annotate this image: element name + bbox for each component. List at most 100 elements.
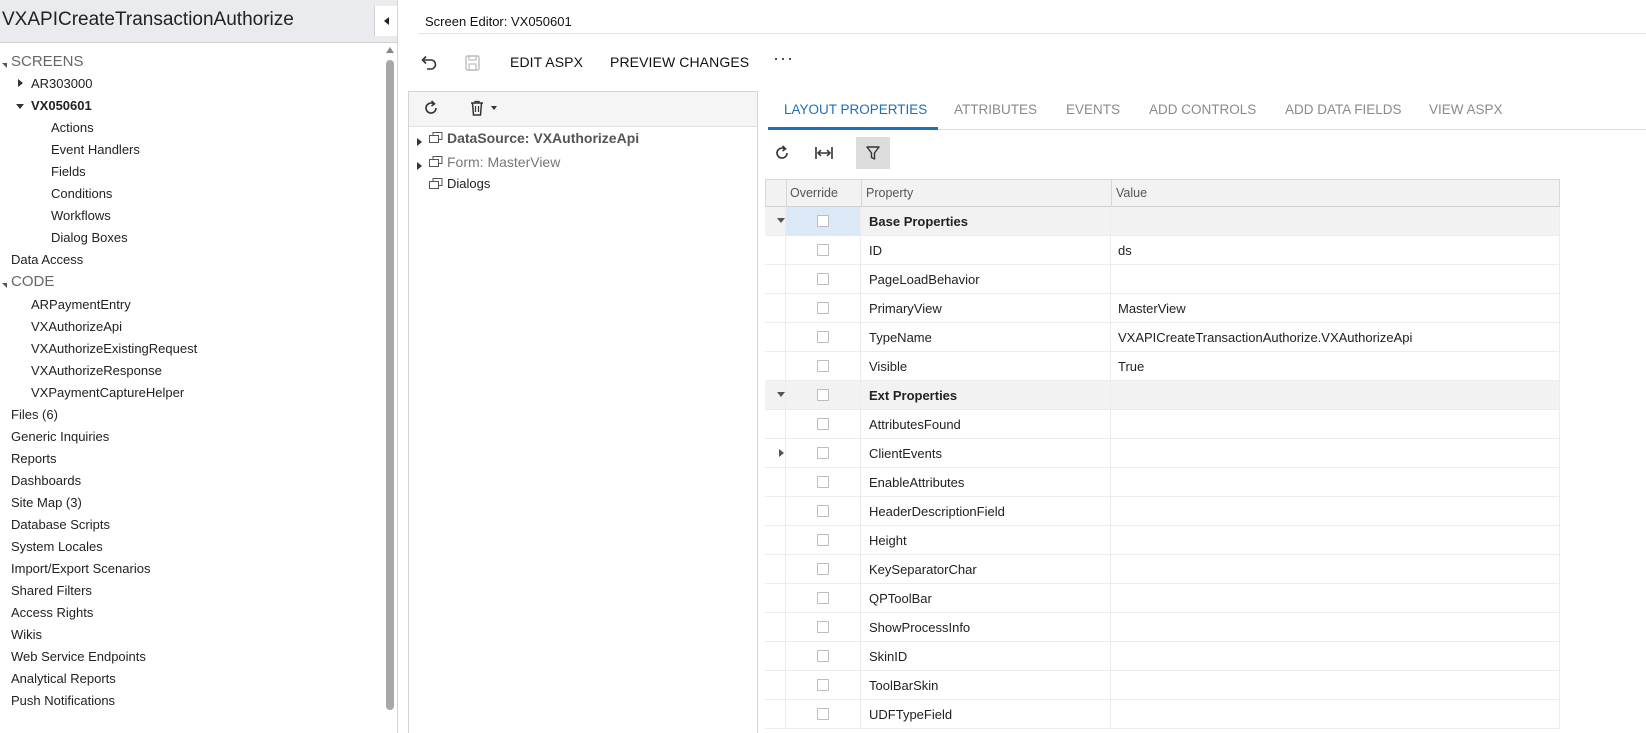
override-checkbox[interactable] — [817, 534, 829, 546]
tree-item-reports[interactable]: Reports — [11, 449, 57, 469]
save-button[interactable] — [462, 52, 486, 74]
property-value[interactable]: ds — [1118, 243, 1132, 258]
tree-item-files[interactable]: Files (6) — [11, 405, 58, 425]
grid-row[interactable]: TypeName VXAPICreateTransactionAuthorize.… — [765, 323, 1560, 352]
tab-add-data-fields[interactable]: ADD DATA FIELDS — [1285, 102, 1402, 117]
override-checkbox[interactable] — [817, 331, 829, 343]
scrollbar-thumb[interactable] — [386, 60, 394, 710]
override-checkbox[interactable] — [817, 389, 829, 401]
tree-item-fields[interactable]: Fields — [51, 162, 86, 182]
tree-item-wikis[interactable]: Wikis — [11, 625, 42, 645]
tree-item-database-scripts[interactable]: Database Scripts — [11, 515, 110, 535]
scroll-up-icon[interactable] — [386, 47, 394, 53]
grid-row[interactable]: ShowProcessInfo — [765, 613, 1560, 642]
tree-item-code[interactable]: VXAuthorizeResponse — [31, 361, 162, 381]
override-checkbox[interactable] — [817, 447, 829, 459]
fit-columns-button[interactable] — [807, 137, 841, 169]
refresh-grid-button[interactable] — [765, 137, 799, 169]
tree-item-analytical-reports[interactable]: Analytical Reports — [11, 669, 116, 689]
tree-item-code[interactable]: ARPaymentEntry — [31, 295, 131, 315]
collapse-panel-button[interactable] — [374, 6, 397, 36]
override-checkbox[interactable] — [817, 476, 829, 488]
undo-button[interactable] — [418, 52, 442, 74]
grid-row[interactable]: Visible True — [765, 352, 1560, 381]
tree-node-dialogs[interactable]: Dialogs — [447, 174, 490, 194]
tree-item-code[interactable]: VXAuthorizeApi — [31, 317, 122, 337]
expand-icon[interactable] — [417, 162, 422, 170]
override-checkbox[interactable] — [817, 679, 829, 691]
tree-item-web-service-endpoints[interactable]: Web Service Endpoints — [11, 647, 146, 667]
override-checkbox[interactable] — [817, 563, 829, 575]
tab-events[interactable]: EVENTS — [1066, 102, 1120, 117]
tree-item-dashboards[interactable]: Dashboards — [11, 471, 81, 491]
grid-row[interactable]: PrimaryView MasterView — [765, 294, 1560, 323]
tree-item-access-rights[interactable]: Access Rights — [11, 603, 93, 623]
tree-item-push-notifications[interactable]: Push Notifications — [11, 691, 115, 711]
more-options-button[interactable]: ··· — [773, 48, 794, 69]
tree-item-ar303000[interactable]: AR303000 — [31, 74, 92, 94]
override-checkbox[interactable] — [817, 360, 829, 372]
override-checkbox[interactable] — [817, 621, 829, 633]
edit-aspx-button[interactable]: EDIT ASPX — [510, 54, 583, 70]
grid-row[interactable]: KeySeparatorChar — [765, 555, 1560, 584]
override-checkbox[interactable] — [817, 650, 829, 662]
grid-group-row[interactable]: Ext Properties — [765, 381, 1560, 410]
grid-row[interactable]: SkinID — [765, 642, 1560, 671]
tree-item-actions[interactable]: Actions — [51, 118, 94, 138]
grid-row[interactable]: HeaderDescriptionField — [765, 497, 1560, 526]
tree-scrollbar[interactable] — [385, 44, 396, 733]
tree-group-code[interactable]: CODE — [11, 272, 54, 292]
override-checkbox[interactable] — [817, 418, 829, 430]
override-checkbox[interactable] — [817, 302, 829, 314]
property-value[interactable]: VXAPICreateTransactionAuthorize.VXAuthor… — [1118, 330, 1412, 345]
column-header-override[interactable]: Override — [790, 186, 838, 200]
refresh-tree-button[interactable] — [421, 98, 445, 120]
collapse-icon[interactable] — [16, 104, 24, 109]
grid-row[interactable]: EnableAttributes — [765, 468, 1560, 497]
tree-node-datasource[interactable]: DataSource: VXAuthorizeApi — [447, 128, 639, 148]
tab-add-controls[interactable]: ADD CONTROLS — [1149, 102, 1256, 117]
column-header-value[interactable]: Value — [1116, 186, 1147, 200]
tree-item-dialog-boxes[interactable]: Dialog Boxes — [51, 228, 128, 248]
grid-row[interactable]: PageLoadBehavior — [765, 265, 1560, 294]
grid-row[interactable]: ToolBarSkin — [765, 671, 1560, 700]
expand-icon[interactable] — [417, 138, 422, 146]
grid-row[interactable]: ID ds — [765, 236, 1560, 265]
grid-row[interactable]: ClientEvents — [765, 439, 1560, 468]
override-checkbox[interactable] — [817, 592, 829, 604]
tree-item-vx050601[interactable]: VX050601 — [31, 96, 92, 116]
expand-icon[interactable] — [779, 449, 784, 457]
override-checkbox[interactable] — [817, 505, 829, 517]
collapse-icon[interactable] — [777, 218, 785, 223]
filter-button[interactable] — [856, 137, 890, 169]
expand-icon[interactable] — [18, 79, 23, 87]
override-checkbox[interactable] — [817, 215, 829, 227]
tree-item-conditions[interactable]: Conditions — [51, 184, 112, 204]
grid-row[interactable]: QPToolBar — [765, 584, 1560, 613]
tree-item-event-handlers[interactable]: Event Handlers — [51, 140, 140, 160]
tree-group-screens[interactable]: SCREENS — [11, 52, 84, 72]
tree-item-import-export-scenarios[interactable]: Import/Export Scenarios — [11, 559, 150, 579]
tree-item-code[interactable]: VXAuthorizeExistingRequest — [31, 339, 197, 359]
tree-item-code[interactable]: VXPaymentCaptureHelper — [31, 383, 184, 403]
grid-row[interactable]: Height — [765, 526, 1560, 555]
delete-control-button[interactable] — [467, 98, 501, 120]
property-value[interactable]: True — [1118, 359, 1144, 374]
grid-row[interactable]: UDFTypeField — [765, 700, 1560, 729]
preview-changes-button[interactable]: PREVIEW CHANGES — [610, 54, 749, 70]
tab-view-aspx[interactable]: VIEW ASPX — [1429, 102, 1503, 117]
tab-layout-properties[interactable]: LAYOUT PROPERTIES — [784, 102, 927, 117]
tree-item-data-access[interactable]: Data Access — [11, 250, 83, 270]
tree-item-site-map[interactable]: Site Map (3) — [11, 493, 82, 513]
tree-item-shared-filters[interactable]: Shared Filters — [11, 581, 92, 601]
override-checkbox[interactable] — [817, 244, 829, 256]
override-checkbox[interactable] — [817, 708, 829, 720]
tree-item-system-locales[interactable]: System Locales — [11, 537, 103, 557]
tree-node-form[interactable]: Form: MasterView — [447, 152, 560, 172]
grid-group-row[interactable]: Base Properties — [765, 207, 1560, 236]
tree-item-generic-inquiries[interactable]: Generic Inquiries — [11, 427, 109, 447]
property-value[interactable]: MasterView — [1118, 301, 1186, 316]
collapse-icon[interactable] — [777, 392, 785, 397]
column-header-property[interactable]: Property — [866, 186, 913, 200]
tree-item-workflows[interactable]: Workflows — [51, 206, 111, 226]
